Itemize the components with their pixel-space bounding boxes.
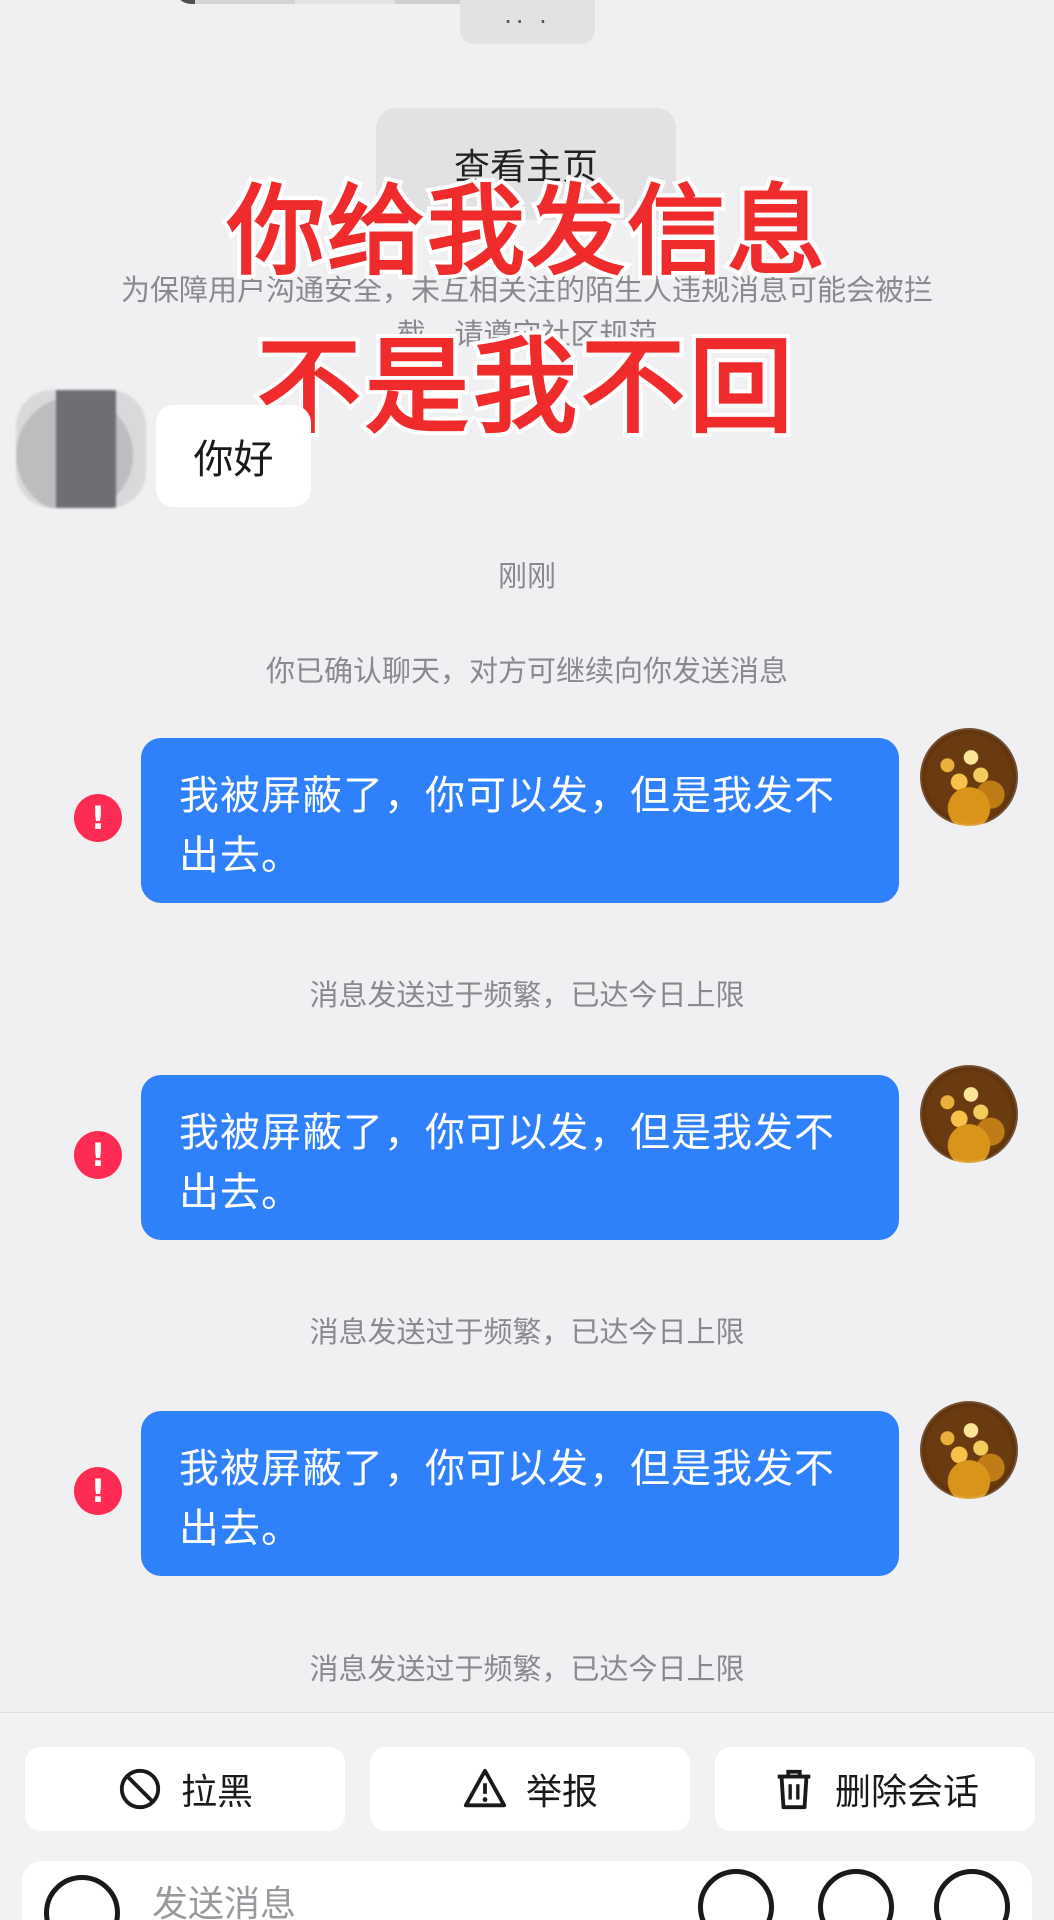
- delete-label: 删除会话: [834, 1772, 979, 1813]
- outgoing-message-bubble[interactable]: 我被屏蔽了，你可以发，但是我发不出去。: [141, 1075, 899, 1240]
- header-handle: ·· ·: [460, 0, 595, 44]
- bottom-action-bar: 拉黑 举报 删除会话: [0, 1712, 1054, 1920]
- plus-icon[interactable]: [934, 1869, 1010, 1920]
- chat-screen: ·· · 查看主页 为保障用户沟通安全，未互相关注的陌生人违规消息可能会被拦截，…: [0, 0, 1054, 1920]
- voice-icon[interactable]: [698, 1869, 774, 1920]
- overlay-caption-line1: 你给我发信息: [223, 171, 829, 293]
- message-input[interactable]: [150, 1873, 654, 1920]
- send-limit-note: 消息发送过于频繁，已达今日上限: [309, 978, 745, 1012]
- ban-icon: [119, 1768, 161, 1810]
- self-avatar[interactable]: [920, 1401, 1018, 1499]
- header-avatar-strip: [175, 0, 475, 4]
- outgoing-message-row: ! 我被屏蔽了，你可以发，但是我发不出去。: [0, 1065, 1054, 1245]
- send-error-icon[interactable]: !: [74, 1467, 122, 1515]
- send-limit-note: 消息发送过于频繁，已达今日上限: [309, 1652, 745, 1686]
- outgoing-message-bubble[interactable]: 我被屏蔽了，你可以发，但是我发不出去。: [141, 1411, 899, 1576]
- outgoing-message-row: ! 我被屏蔽了，你可以发，但是我发不出去。: [0, 728, 1054, 908]
- report-button[interactable]: 举报: [370, 1747, 690, 1831]
- send-error-icon[interactable]: !: [74, 794, 122, 842]
- outgoing-message-row: ! 我被屏蔽了，你可以发，但是我发不出去。: [0, 1401, 1054, 1581]
- chat-confirm-note: 你已确认聊天，对方可继续向你发送消息: [265, 654, 788, 688]
- send-limit-note: 消息发送过于频繁，已达今日上限: [309, 1315, 745, 1349]
- report-label: 举报: [525, 1772, 598, 1813]
- self-avatar[interactable]: [920, 728, 1018, 826]
- emoji-icon[interactable]: [818, 1869, 894, 1920]
- self-avatar[interactable]: [920, 1065, 1018, 1163]
- outgoing-message-bubble[interactable]: 我被屏蔽了，你可以发，但是我发不出去。: [141, 738, 899, 903]
- message-composer: [22, 1861, 1032, 1920]
- trash-icon: [777, 1769, 811, 1810]
- peer-avatar[interactable]: [16, 390, 146, 508]
- block-label: 拉黑: [180, 1772, 253, 1813]
- incoming-message-bubble[interactable]: 你好: [156, 405, 311, 507]
- camera-icon[interactable]: [44, 1875, 120, 1920]
- block-button[interactable]: 拉黑: [25, 1747, 345, 1831]
- warning-icon: [463, 1768, 507, 1808]
- timestamp-label: 刚刚: [497, 559, 556, 593]
- send-error-icon[interactable]: !: [74, 1131, 122, 1179]
- delete-conversation-button[interactable]: 删除会话: [715, 1747, 1035, 1831]
